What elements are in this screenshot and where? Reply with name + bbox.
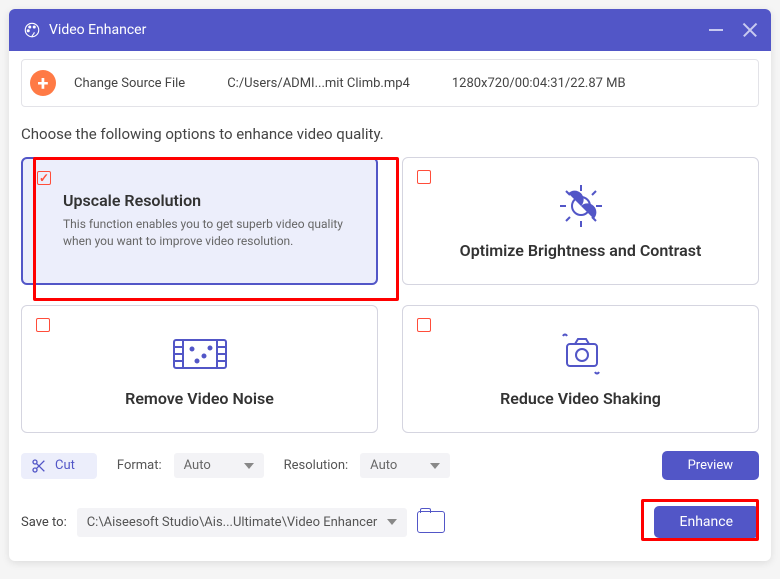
content-area: + Change Source File C:/Users/ADMI...mit…: [9, 59, 771, 538]
open-folder-button[interactable]: [417, 511, 445, 533]
palette-icon: [23, 21, 41, 39]
instruction-text: Choose the following options to enhance …: [21, 125, 759, 143]
source-file-row: + Change Source File C:/Users/ADMI...mit…: [21, 59, 759, 107]
format-label: Format:: [117, 458, 162, 473]
film-icon: [170, 329, 230, 379]
titlebar: Video Enhancer: [9, 9, 771, 51]
source-file-path: C:/Users/ADMI...mit Climb.mp4: [227, 76, 410, 91]
save-row: Save to: C:\Aiseesoft Studio\Ais...Ultim…: [21, 506, 759, 538]
cut-button[interactable]: Cut: [21, 453, 97, 479]
resolution-value: Auto: [370, 458, 397, 473]
options-grid: Upscale Resolution This function enables…: [21, 157, 759, 433]
resolution-select[interactable]: Auto: [360, 453, 450, 478]
resolution-label: Resolution:: [284, 458, 349, 473]
minimize-button[interactable]: [709, 29, 723, 31]
preview-button[interactable]: Preview: [662, 451, 759, 480]
checkbox-brightness[interactable]: [417, 170, 431, 184]
save-to-label: Save to:: [21, 515, 67, 530]
save-path-value: C:\Aiseesoft Studio\Ais...Ultimate\Video…: [87, 515, 378, 530]
card-upscale-resolution[interactable]: Upscale Resolution This function enables…: [21, 157, 378, 285]
enhance-button[interactable]: Enhance: [654, 506, 760, 538]
cut-label: Cut: [55, 458, 75, 473]
save-path-select[interactable]: C:\Aiseesoft Studio\Ais...Ultimate\Video…: [77, 508, 407, 537]
brightness-icon: [556, 181, 606, 231]
add-source-button[interactable]: +: [30, 70, 56, 96]
format-value: Auto: [184, 458, 211, 473]
source-file-meta: 1280x720/00:04:31/22.87 MB: [452, 76, 626, 91]
checkbox-noise[interactable]: [36, 318, 50, 332]
format-select[interactable]: Auto: [174, 453, 264, 478]
window-title: Video Enhancer: [49, 22, 709, 38]
checkbox-shaking[interactable]: [417, 318, 431, 332]
card-upscale-title: Upscale Resolution: [63, 191, 201, 210]
card-brightness-title: Optimize Brightness and Contrast: [460, 241, 702, 260]
chevron-down-icon: [430, 463, 440, 469]
change-source-label[interactable]: Change Source File: [74, 76, 185, 91]
camera-shake-icon: [551, 329, 611, 379]
card-remove-noise[interactable]: Remove Video Noise: [21, 305, 378, 433]
toolbar-row: Cut Format: Auto Resolution: Auto Previe…: [21, 451, 759, 480]
checkbox-upscale[interactable]: [37, 171, 51, 185]
card-reduce-shaking[interactable]: Reduce Video Shaking: [402, 305, 759, 433]
app-window: Video Enhancer + Change Source File C:/U…: [9, 9, 771, 561]
card-brightness-contrast[interactable]: Optimize Brightness and Contrast: [402, 157, 759, 285]
card-upscale-desc: This function enables you to get superb …: [63, 216, 360, 250]
close-button[interactable]: [743, 23, 757, 37]
card-shaking-title: Reduce Video Shaking: [500, 389, 661, 408]
card-noise-title: Remove Video Noise: [125, 389, 274, 408]
chevron-down-icon: [244, 463, 254, 469]
scissors-icon: [31, 458, 47, 474]
chevron-down-icon: [387, 519, 397, 525]
